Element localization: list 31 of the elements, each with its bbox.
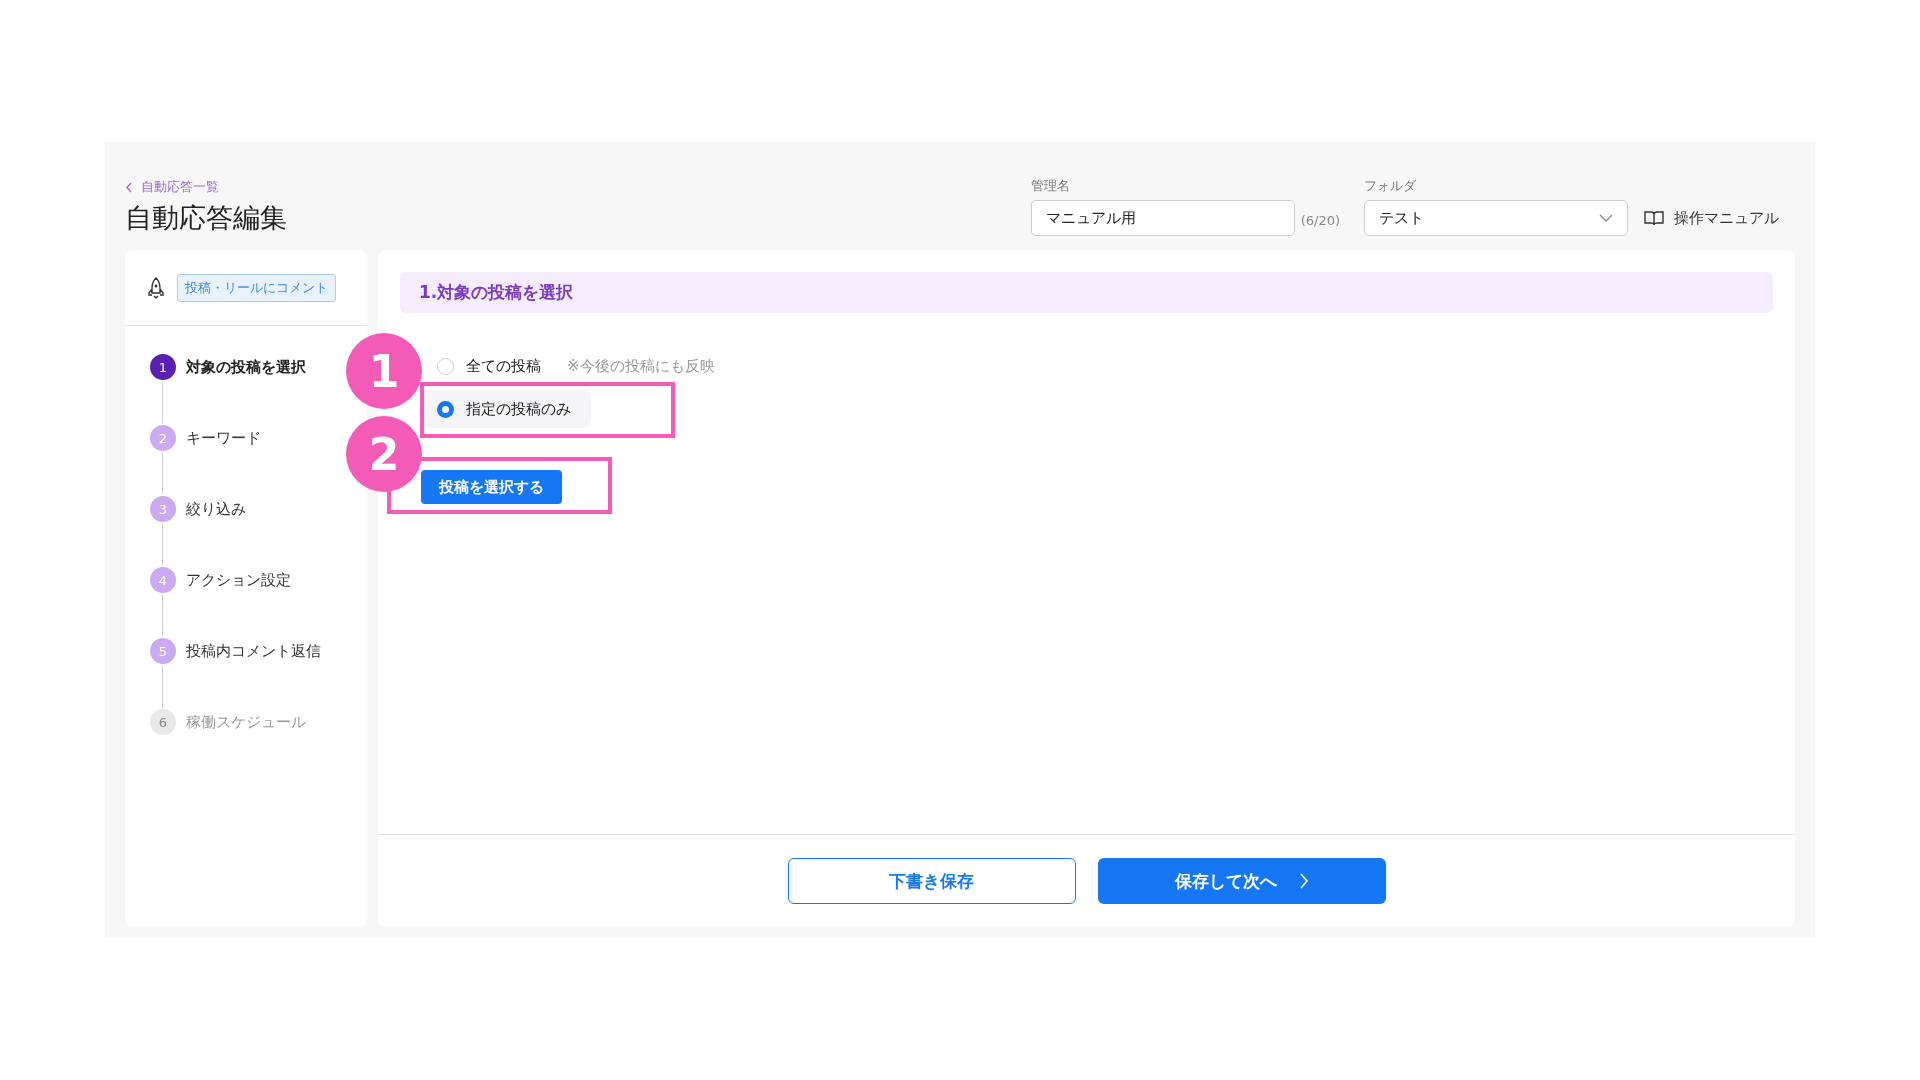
folder-dropdown[interactable]: テスト: [1364, 200, 1628, 236]
field-label: 管理名: [1030, 177, 1071, 195]
step-number: 3: [150, 496, 176, 522]
step-number: 5: [150, 638, 176, 664]
field-label: フォルダ: [1364, 177, 1417, 195]
manual-link[interactable]: 操作マニュアル: [1644, 200, 1779, 236]
step-item[interactable]: 3 絞り込み: [150, 494, 246, 524]
step-number: 1: [150, 354, 176, 380]
step-number: 6: [150, 709, 176, 735]
rocket-icon: [147, 276, 165, 299]
book-icon: [1644, 210, 1664, 226]
radio-option[interactable]: 全ての投稿 ※今後の投稿にも反映: [421, 347, 735, 385]
save-draft-button[interactable]: 下書き保存: [787, 858, 1076, 904]
page-title: 自動応答編集: [125, 201, 288, 235]
step-number: 4: [150, 567, 176, 593]
back-link[interactable]: 自動応答一覧: [125, 178, 1031, 196]
step-item[interactable]: 1 対象の投稿を選択: [150, 352, 306, 382]
section-header: 1.対象の投稿を選択: [400, 272, 1773, 313]
step-item[interactable]: 4 アクション設定: [150, 565, 291, 595]
step-item[interactable]: 5 投稿内コメント返信: [150, 636, 321, 666]
save-next-button[interactable]: 保存して次へ: [1097, 858, 1386, 904]
char-counter: (6/20): [1300, 213, 1340, 230]
step-item[interactable]: 2 キーワード: [150, 423, 261, 453]
chevron-down-icon: [1599, 214, 1613, 222]
radio-option[interactable]: 指定の投稿のみ: [421, 390, 591, 428]
chevron-left-icon: [125, 181, 133, 193]
step-number: 2: [150, 425, 176, 451]
select-posts-button[interactable]: 投稿を選択する: [421, 470, 562, 504]
chevron-right-icon: [1298, 873, 1309, 889]
trigger-tag: 投稿・リールにコメント: [177, 273, 336, 302]
name-input[interactable]: マニュアル用: [1030, 200, 1295, 236]
